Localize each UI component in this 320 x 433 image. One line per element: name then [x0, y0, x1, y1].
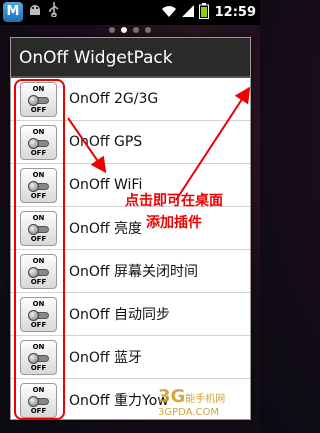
list-item-gps[interactable]: ON OFF OnOff GPS	[11, 121, 250, 164]
clock: 12:59	[214, 5, 256, 20]
toggle-switch-icon: ON OFF	[20, 168, 57, 203]
toggle-on-label: ON	[32, 300, 45, 308]
wifi-icon	[161, 3, 177, 22]
toggle-off-label: OFF	[30, 364, 47, 372]
page-indicator	[0, 27, 260, 33]
watermark-name: 能手机网	[185, 394, 226, 405]
list-item-label: OnOff 2G/3G	[69, 91, 159, 107]
list-item-label: OnOff 重力Yow	[69, 393, 169, 409]
toggle-switch-icon: ON OFF	[20, 82, 57, 117]
toggle-off-label: OFF	[30, 321, 47, 329]
annotation-text: 点击即可在桌面添加插件	[125, 193, 223, 231]
signal-icon	[181, 3, 195, 22]
toggle-off-label: OFF	[30, 278, 47, 286]
toggle-off-label: OFF	[30, 235, 47, 243]
toggle-off-label: OFF	[30, 192, 47, 200]
toggle-switch-icon: ON OFF	[20, 254, 57, 289]
usb-icon	[47, 1, 61, 23]
toggle-on-label: ON	[32, 386, 45, 394]
toggle-on-label: ON	[32, 85, 45, 93]
android-icon	[28, 2, 42, 22]
list-item-auto-sync[interactable]: ON OFF OnOff 自动同步	[11, 293, 250, 336]
toggle-on-label: ON	[32, 214, 45, 222]
page-dot	[145, 27, 151, 33]
toggle-switch-icon: ON OFF	[20, 383, 57, 418]
toggle-switch-icon: ON OFF	[20, 297, 57, 332]
widget-list: ON OFF OnOff 2G/3G ON OFF OnOff GPS ON O…	[11, 78, 250, 419]
toggle-switch-icon: ON OFF	[20, 211, 57, 246]
list-item-label: OnOff 自动同步	[69, 307, 171, 323]
list-item-label: OnOff 蓝牙	[69, 350, 143, 366]
toggle-on-label: ON	[32, 128, 45, 136]
watermark-brand: 3G	[158, 386, 186, 407]
battery-icon	[198, 2, 209, 23]
list-item-screen-timeout[interactable]: ON OFF OnOff 屏幕关闭时间	[11, 250, 250, 293]
toggle-on-label: ON	[32, 171, 45, 179]
toggle-switch-icon: ON OFF	[20, 340, 57, 375]
page-dot	[109, 27, 115, 33]
dialog-title: OnOff WidgetPack	[11, 38, 250, 78]
page-dot-active	[121, 27, 127, 33]
list-item-label: OnOff GPS	[69, 134, 143, 150]
toggle-off-label: OFF	[30, 407, 47, 415]
toggle-switch-icon: ON OFF	[20, 125, 57, 160]
toggle-on-label: ON	[32, 257, 45, 265]
list-item-2g3g[interactable]: ON OFF OnOff 2G/3G	[11, 78, 250, 121]
toggle-off-label: OFF	[30, 149, 47, 157]
watermark: 3G能手机网 3GPDA.COM	[158, 386, 225, 419]
page-dot	[133, 27, 139, 33]
app-notification-icon: M	[3, 2, 23, 22]
toggle-off-label: OFF	[30, 106, 47, 114]
list-item-bluetooth[interactable]: ON OFF OnOff 蓝牙	[11, 336, 250, 379]
status-bar: M 12:59	[0, 0, 260, 25]
list-item-label: OnOff 屏幕关闭时间	[69, 264, 199, 280]
watermark-url: 3GPDA.COM	[158, 407, 219, 418]
toggle-on-label: ON	[32, 343, 45, 351]
